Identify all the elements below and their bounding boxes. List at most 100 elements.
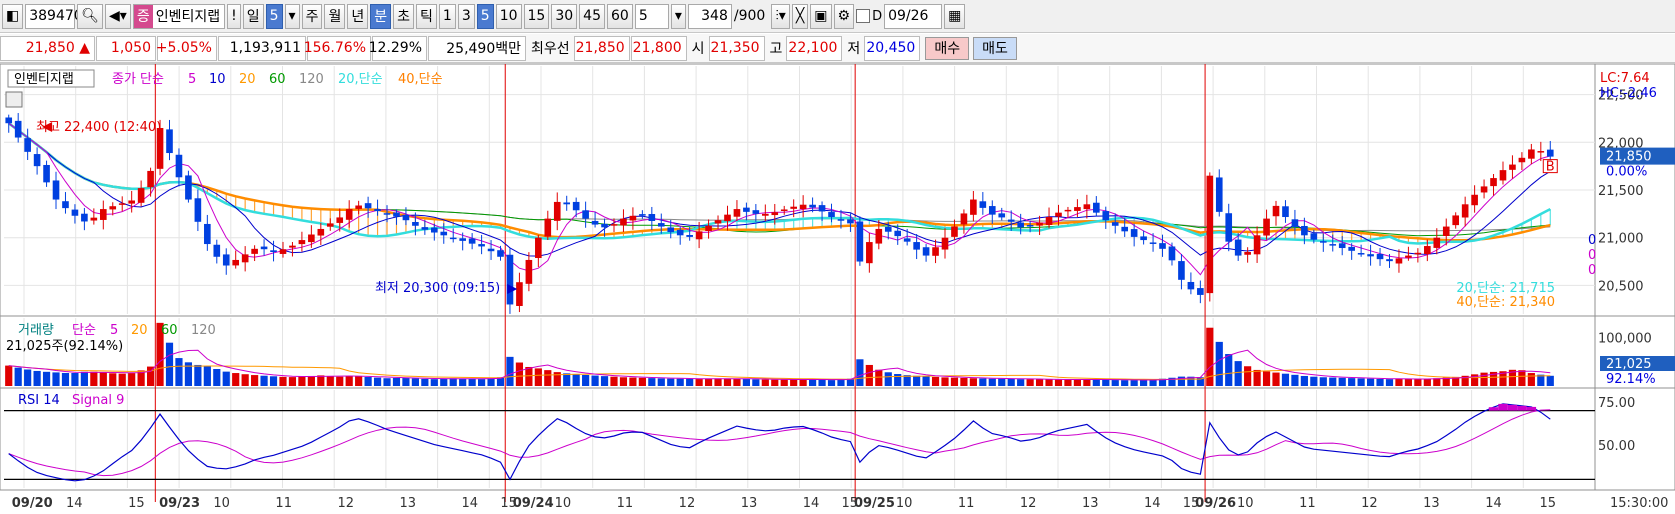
- candle-body: [1026, 225, 1034, 227]
- volume-bar: [128, 373, 136, 386]
- candle-body: [459, 238, 466, 241]
- volume-bar: [752, 379, 760, 386]
- legend-period-10: 10: [209, 72, 226, 87]
- rsi-tick-label: 50.00: [1598, 439, 1635, 454]
- volume-bar: [317, 375, 325, 386]
- candle-body: [1130, 229, 1138, 237]
- volume-bar: [1007, 378, 1015, 386]
- x-tick-11: 11: [1299, 496, 1316, 511]
- volume-bar: [1329, 377, 1337, 386]
- volume-bar: [1083, 379, 1091, 386]
- volume-bar: [922, 376, 930, 386]
- candle-body: [317, 228, 325, 236]
- volume-bar: [1017, 379, 1025, 386]
- volume-bar: [544, 370, 552, 386]
- candle-body: [194, 198, 202, 222]
- x-tick-12: 12: [679, 496, 696, 511]
- candle-body: [364, 203, 372, 209]
- volume-bar: [402, 377, 410, 386]
- volume-bar: [790, 379, 798, 386]
- low-annotation: 최저 20,300 (09:15): [375, 281, 500, 296]
- candle-body: [780, 209, 788, 211]
- volume-bar: [1395, 378, 1403, 386]
- candle-body: [222, 254, 230, 266]
- volume-bar: [998, 378, 1006, 386]
- candle-body: [1433, 237, 1441, 248]
- candle-body: [1197, 288, 1204, 295]
- high-annotation: 최고 22,400 (12:40): [36, 120, 161, 135]
- zero-label: 0: [1588, 248, 1596, 263]
- volume-pct-label: 92.14%: [1606, 372, 1656, 387]
- candle-body: [535, 237, 542, 259]
- candle-body: [1546, 149, 1554, 157]
- candle-body: [553, 201, 561, 221]
- volume-bar: [1385, 379, 1394, 386]
- volume-bar: [222, 371, 230, 386]
- volume-bar: [591, 375, 599, 386]
- volume-bar: [232, 373, 240, 386]
- volume-bar: [780, 379, 788, 386]
- legend-stock-name: 인벤티지랩: [14, 72, 74, 87]
- candle-body: [913, 242, 920, 250]
- candle-body: [1045, 217, 1053, 225]
- candle-body: [52, 180, 60, 200]
- candle-body: [1480, 186, 1488, 193]
- candle-body: [1272, 205, 1280, 217]
- rsi-tick-label: 75.00: [1598, 396, 1635, 411]
- candle-body: [866, 242, 873, 264]
- zero-label: 0: [1588, 233, 1596, 248]
- x-tick-09-20: 09/20: [12, 496, 53, 511]
- candle-body: [1253, 235, 1261, 255]
- candle-body: [1414, 252, 1422, 255]
- candle-body: [449, 237, 457, 240]
- volume-bar: [118, 373, 126, 386]
- candle-body: [1537, 151, 1545, 153]
- volume-bar: [1480, 372, 1488, 386]
- candle-body: [884, 226, 892, 232]
- candle-body: [1093, 202, 1100, 213]
- volume-bar: [392, 377, 401, 386]
- candle-body: [951, 226, 958, 237]
- candle-body: [601, 223, 608, 228]
- candle-body: [279, 249, 287, 254]
- x-tick-10: 10: [1237, 496, 1254, 511]
- candle-body: [1376, 254, 1384, 260]
- candle-body: [639, 214, 646, 216]
- x-tick-10: 10: [896, 496, 913, 511]
- candle-body: [487, 248, 495, 252]
- stock-chart[interactable]: 22,50022,00021,50021,00020,500100,00075.…: [0, 0, 1675, 514]
- candle-body: [1121, 226, 1129, 232]
- volume-bar: [52, 372, 60, 386]
- legend-period-20: 20: [239, 72, 256, 87]
- volume-bar: [1319, 377, 1327, 386]
- volume-bar: [714, 378, 722, 386]
- volume-bar: [1045, 379, 1053, 386]
- candle-body: [1471, 194, 1478, 206]
- volume-bar: [440, 378, 448, 386]
- candle-body: [667, 227, 675, 233]
- candle-body: [308, 234, 315, 243]
- volume-bar: [1234, 361, 1242, 386]
- candle-body: [1178, 261, 1185, 280]
- candle-body: [970, 199, 977, 215]
- x-tick-14: 14: [1485, 496, 1502, 511]
- candle-body: [147, 170, 154, 188]
- candle-body: [1282, 206, 1289, 218]
- candle-body: [979, 201, 987, 208]
- x-tick-13: 13: [400, 496, 417, 511]
- candle-body: [1102, 211, 1110, 221]
- volume-bar: [165, 342, 174, 386]
- volume-bar: [827, 380, 836, 386]
- candle-body: [988, 206, 996, 215]
- candle-body: [289, 245, 296, 248]
- current-volume-value: 21,025: [1606, 357, 1652, 372]
- current-volume-label: 21,025주(92.14%): [6, 339, 123, 354]
- volume-bar: [1244, 366, 1252, 386]
- volume-bar: [364, 377, 372, 386]
- volume-bar: [80, 371, 88, 386]
- candle-body: [1206, 175, 1214, 294]
- candle-body: [610, 224, 618, 226]
- candle-body: [393, 212, 400, 217]
- volume-bar: [90, 371, 98, 386]
- volume-bar: [146, 366, 155, 386]
